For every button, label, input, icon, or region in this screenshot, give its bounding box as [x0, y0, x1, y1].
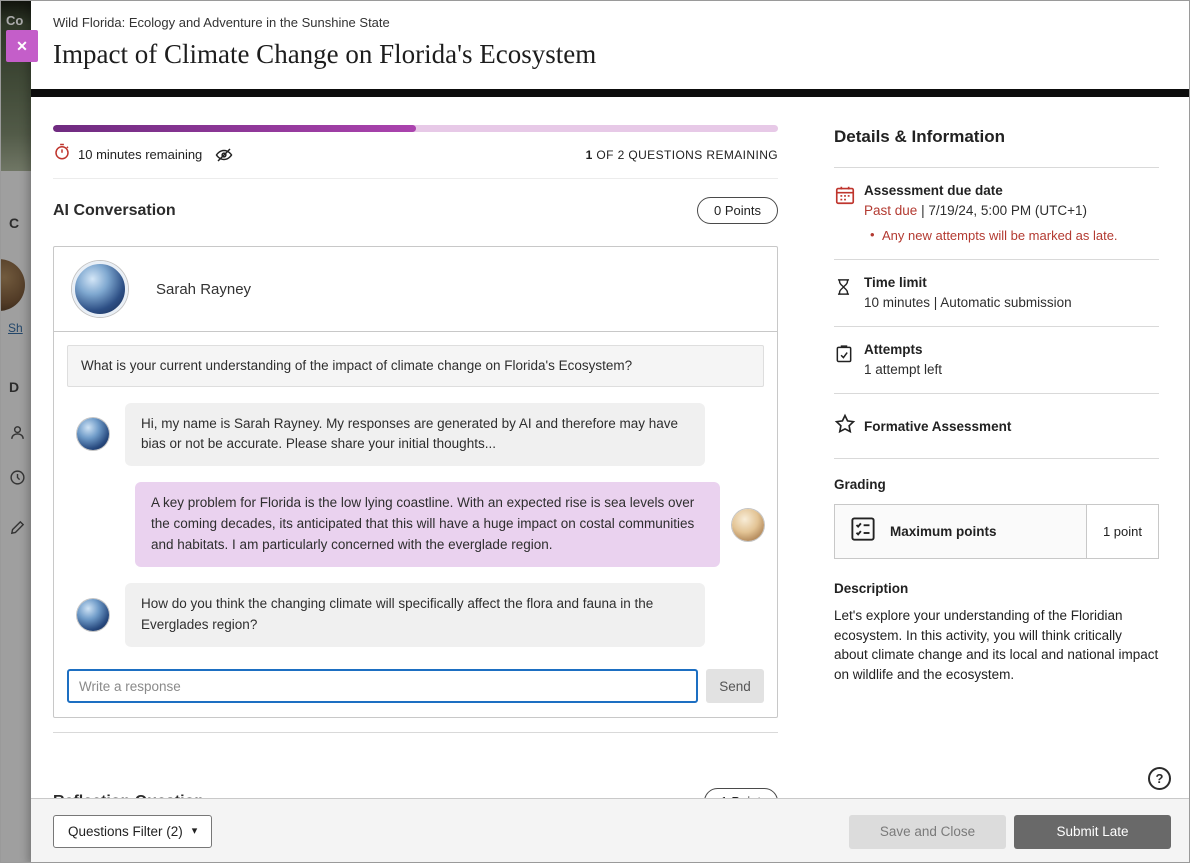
questions-remaining: 1 OF 2 QUESTIONS REMAINING: [586, 148, 778, 162]
time-limit-row: Time limit 10 minutes | Automatic submis…: [834, 260, 1159, 327]
late-warning: Any new attempts will be marked as late.: [864, 228, 1159, 243]
max-points-label: Maximum points: [890, 524, 997, 539]
help-button[interactable]: ?: [1148, 767, 1171, 790]
student-message: A key problem for Florida is the low lyi…: [67, 482, 764, 567]
timer-icon: [53, 143, 71, 166]
ai-message-bubble: How do you think the changing climate wi…: [125, 583, 705, 647]
ai-conversation-header-row: AI Conversation 0 Points: [53, 197, 778, 224]
ai-message: Hi, my name is Sarah Rayney. My response…: [67, 403, 764, 467]
due-date-value: Past due | 7/19/24, 5:00 PM (UTC+1): [864, 203, 1159, 218]
modal-backdrop: [1, 1, 31, 863]
details-heading: Details & Information: [834, 127, 1159, 168]
assessment-overlay-screen: Co C Sh D ✕ Wild Florida: Ecology and Ad…: [0, 0, 1190, 863]
close-button[interactable]: ✕: [6, 30, 38, 62]
ai-conversation-heading: AI Conversation: [53, 202, 176, 220]
grading-heading: Grading: [834, 477, 1159, 492]
student-message-bubble: A key problem for Florida is the low lyi…: [135, 482, 720, 567]
ai-avatar: [77, 418, 109, 450]
ai-conversation-card: Sarah Rayney What is your current unders…: [53, 246, 778, 718]
persona-name: Sarah Rayney: [156, 281, 251, 298]
formative-row: Formative Assessment: [834, 394, 1159, 459]
due-date-text: Assessment due date Past due | 7/19/24, …: [864, 183, 1159, 243]
chevron-down-icon: ▾: [192, 826, 198, 837]
due-date-title: Assessment due date: [864, 183, 1159, 198]
help-icon: ?: [1156, 771, 1164, 786]
timer-progress-fill: [53, 125, 416, 132]
checklist-icon: [848, 514, 878, 549]
panel-content: 10 minutes remaining 1 OF 2 QUESTIONS RE…: [31, 97, 1190, 798]
footer-bar: Questions Filter (2) ▾ Save and Close Su…: [31, 798, 1190, 863]
page-title: Impact of Climate Change on Florida's Ec…: [53, 38, 1190, 70]
breadcrumb: Wild Florida: Ecology and Adventure in t…: [53, 15, 1190, 30]
time-limit-value: 10 minutes | Automatic submission: [864, 295, 1159, 310]
reflection-question-points-badge: 1 Point: [704, 788, 778, 798]
questions-filter-label: Questions Filter (2): [68, 824, 183, 839]
background-page: Co C Sh D: [1, 1, 31, 863]
reflection-question-header-row: Reflection Question 1 Point: [53, 788, 778, 798]
close-icon: ✕: [16, 38, 28, 54]
due-date-separator: |: [921, 203, 925, 218]
persona-header: Sarah Rayney: [54, 247, 777, 332]
time-limit-title: Time limit: [864, 275, 1159, 290]
hide-timer-button[interactable]: [214, 146, 234, 164]
time-remaining-label: 10 minutes remaining: [78, 147, 202, 162]
save-and-close-button[interactable]: Save and Close: [849, 815, 1006, 849]
questions-remaining-text: OF 2 QUESTIONS REMAINING: [596, 148, 778, 162]
due-date-status: Past due: [864, 203, 917, 218]
conversation-body: What is your current understanding of th…: [54, 332, 777, 717]
grading-box: Maximum points 1 point: [834, 504, 1159, 559]
details-sidebar: Details & Information Assessment due dat…: [834, 97, 1159, 798]
attempts-value: 1 attempt left: [864, 362, 1159, 377]
description-text: Let's explore your understanding of the …: [834, 606, 1159, 684]
section-divider: [53, 732, 778, 733]
timer-progress-bar: [53, 125, 778, 132]
student-avatar: [732, 509, 764, 541]
attempts-text: Attempts 1 attempt left: [864, 342, 1159, 377]
star-icon: [834, 412, 864, 440]
ai-message: How do you think the changing climate wi…: [67, 583, 764, 647]
ai-avatar: [77, 599, 109, 631]
max-points-value: 1 point: [1086, 505, 1158, 558]
questions-remaining-count: 1: [586, 148, 593, 162]
grading-left: Maximum points: [835, 505, 1086, 558]
hourglass-icon: [834, 275, 864, 310]
response-input-row: Send: [67, 669, 764, 703]
assessment-panel: Wild Florida: Ecology and Adventure in t…: [31, 1, 1190, 863]
send-button[interactable]: Send: [706, 669, 764, 703]
description-heading: Description: [834, 581, 1159, 596]
panel-header: Wild Florida: Ecology and Adventure in t…: [31, 1, 1190, 89]
main-column: 10 minutes remaining 1 OF 2 QUESTIONS RE…: [53, 97, 778, 798]
submit-late-button[interactable]: Submit Late: [1014, 815, 1171, 849]
attempts-row: Attempts 1 attempt left: [834, 327, 1159, 394]
ai-message-bubble: Hi, my name is Sarah Rayney. My response…: [125, 403, 705, 467]
response-input[interactable]: [67, 669, 698, 703]
footer-actions: Save and Close Submit Late: [849, 815, 1171, 849]
formative-title: Formative Assessment: [864, 419, 1159, 434]
ai-conversation-points-badge: 0 Points: [697, 197, 778, 224]
header-divider-bar: [31, 89, 1190, 97]
time-limit-text: Time limit 10 minutes | Automatic submis…: [864, 275, 1159, 310]
calendar-icon: [834, 183, 864, 243]
due-date-datetime: 7/19/24, 5:00 PM (UTC+1): [928, 203, 1087, 218]
eye-slash-icon: [214, 152, 234, 167]
clipboard-check-icon: [834, 342, 864, 377]
attempts-title: Attempts: [864, 342, 1159, 357]
persona-avatar: [72, 261, 128, 317]
due-date-row: Assessment due date Past due | 7/19/24, …: [834, 168, 1159, 260]
formative-text: Formative Assessment: [864, 419, 1159, 434]
timer-row: 10 minutes remaining 1 OF 2 QUESTIONS RE…: [53, 143, 778, 179]
prompt-question: What is your current understanding of th…: [67, 345, 764, 387]
questions-filter-button[interactable]: Questions Filter (2) ▾: [53, 815, 212, 848]
